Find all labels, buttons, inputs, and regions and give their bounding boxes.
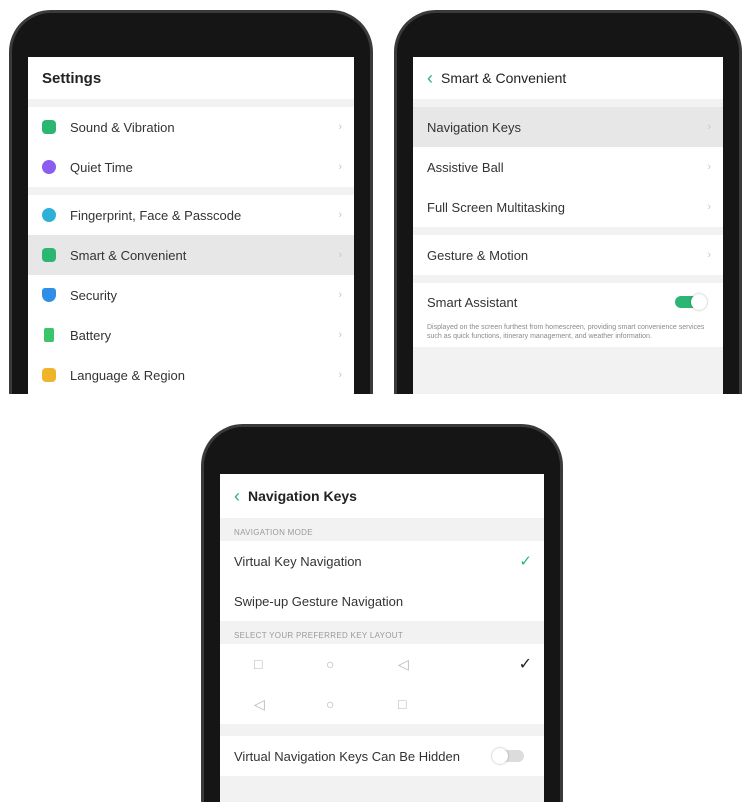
checkmark-icon: ✓	[518, 656, 532, 673]
chevron-right-icon: ›	[707, 121, 711, 133]
smart-item-assistive-ball[interactable]: Assistive Ball ›	[413, 147, 723, 187]
square-key-icon: □	[254, 656, 263, 672]
navigation-header: ‹ Navigation Keys	[220, 474, 544, 518]
fingerprint-icon	[42, 208, 56, 222]
smart-assistant-description: Displayed on the screen furthest from ho…	[413, 321, 723, 347]
smart-icon	[42, 248, 56, 262]
circle-key-icon: ○	[326, 696, 335, 712]
smart-assistant-section: Smart Assistant Displayed on the screen …	[413, 283, 723, 347]
settings-item-label: Fingerprint, Face & Passcode	[70, 207, 242, 223]
key-layout-header: SELECT YOUR PREFERRED KEY LAYOUT	[220, 621, 544, 644]
speaker-icon	[42, 120, 56, 134]
settings-item-label: Language & Region	[70, 367, 185, 383]
triangle-back-key-icon: ◁	[398, 655, 409, 672]
smart-item-label: Full Screen Multitasking	[427, 199, 565, 215]
smart-item-label: Navigation Keys	[427, 119, 521, 135]
mode-label: Virtual Key Navigation	[234, 553, 362, 569]
smart-item-label: Gesture & Motion	[427, 247, 529, 263]
mode-label: Swipe-up Gesture Navigation	[234, 593, 404, 609]
checkmark-icon: ✓	[519, 553, 532, 570]
navigation-screen: ‹ Navigation Keys NAVIGATION MODE Virtua…	[220, 474, 544, 802]
settings-item-label: Battery	[70, 327, 112, 343]
settings-screen: Settings Sound & Vibration › Quiet Time …	[28, 57, 354, 394]
chevron-right-icon: ›	[338, 249, 342, 261]
settings-item-label: Security	[70, 287, 117, 303]
square-key-icon: □	[398, 696, 407, 712]
language-icon	[42, 368, 56, 382]
moon-icon	[42, 160, 56, 174]
chevron-right-icon: ›	[338, 329, 342, 341]
settings-item-sound[interactable]: Sound & Vibration ›	[28, 107, 354, 147]
chevron-right-icon: ›	[338, 121, 342, 133]
phone-smart-convenient: ‹ Smart & Convenient Navigation Keys › A…	[394, 10, 742, 394]
navigation-mode-group: Virtual Key Navigation ✓ Swipe-up Gestur…	[220, 541, 544, 621]
smart-assistant-row: Smart Assistant	[413, 283, 723, 321]
circle-key-icon: ○	[326, 656, 335, 672]
mode-swipe-up-gesture[interactable]: Swipe-up Gesture Navigation	[220, 581, 544, 621]
settings-group-1: Sound & Vibration › Quiet Time ›	[28, 107, 354, 187]
settings-item-label: Sound & Vibration	[70, 119, 175, 135]
settings-group-2: Fingerprint, Face & Passcode › Smart & C…	[28, 195, 354, 394]
chevron-right-icon: ›	[338, 209, 342, 221]
chevron-right-icon: ›	[338, 289, 342, 301]
battery-icon	[44, 328, 54, 342]
smart-group-1: Navigation Keys › Assistive Ball › Full …	[413, 107, 723, 227]
page-title: Navigation Keys	[248, 488, 357, 504]
key-layout-option-1[interactable]: □ ○ ◁ ✓	[220, 644, 544, 684]
smart-item-navigation-keys[interactable]: Navigation Keys ›	[413, 107, 723, 147]
chevron-right-icon: ›	[707, 201, 711, 213]
back-arrow-icon[interactable]: ‹	[234, 487, 240, 505]
smart-screen: ‹ Smart & Convenient Navigation Keys › A…	[413, 57, 723, 394]
chevron-right-icon: ›	[338, 161, 342, 173]
key-layout-option-2[interactable]: ◁ ○ □	[220, 684, 544, 724]
phone-settings: Settings Sound & Vibration › Quiet Time …	[9, 10, 373, 394]
page-title: Settings	[42, 69, 102, 87]
smart-item-label: Assistive Ball	[427, 159, 504, 175]
settings-item-label: Quiet Time	[70, 159, 133, 175]
settings-header: Settings	[28, 57, 354, 99]
chevron-right-icon: ›	[707, 161, 711, 173]
settings-item-smart-convenient[interactable]: Smart & Convenient ›	[28, 235, 354, 275]
triangle-back-key-icon: ◁	[254, 695, 265, 712]
smart-item-gesture-motion[interactable]: Gesture & Motion ›	[413, 235, 723, 275]
mode-virtual-key[interactable]: Virtual Key Navigation ✓	[220, 541, 544, 581]
smart-assistant-toggle[interactable]	[675, 294, 707, 310]
page-title: Smart & Convenient	[441, 70, 567, 86]
hidden-keys-row: Virtual Navigation Keys Can Be Hidden	[220, 736, 544, 776]
hidden-keys-section: Virtual Navigation Keys Can Be Hidden	[220, 736, 544, 776]
settings-item-language[interactable]: Language & Region ›	[28, 355, 354, 394]
settings-item-quiet-time[interactable]: Quiet Time ›	[28, 147, 354, 187]
chevron-right-icon: ›	[338, 369, 342, 381]
smart-item-full-screen-multitasking[interactable]: Full Screen Multitasking ›	[413, 187, 723, 227]
phone-navigation-keys: ‹ Navigation Keys NAVIGATION MODE Virtua…	[201, 424, 563, 802]
hidden-keys-label: Virtual Navigation Keys Can Be Hidden	[234, 748, 460, 764]
navigation-mode-header: NAVIGATION MODE	[220, 518, 544, 541]
smart-group-2: Gesture & Motion ›	[413, 235, 723, 275]
key-layout-group: □ ○ ◁ ✓ ◁ ○ □	[220, 644, 544, 724]
smart-assistant-label: Smart Assistant	[427, 294, 518, 310]
settings-item-security[interactable]: Security ›	[28, 275, 354, 315]
chevron-right-icon: ›	[707, 249, 711, 261]
hidden-keys-toggle[interactable]	[492, 748, 524, 764]
back-arrow-icon[interactable]: ‹	[427, 69, 433, 87]
settings-item-fingerprint[interactable]: Fingerprint, Face & Passcode ›	[28, 195, 354, 235]
smart-header: ‹ Smart & Convenient	[413, 57, 723, 99]
shield-icon	[42, 288, 56, 302]
settings-item-label: Smart & Convenient	[70, 247, 187, 263]
settings-item-battery[interactable]: Battery ›	[28, 315, 354, 355]
